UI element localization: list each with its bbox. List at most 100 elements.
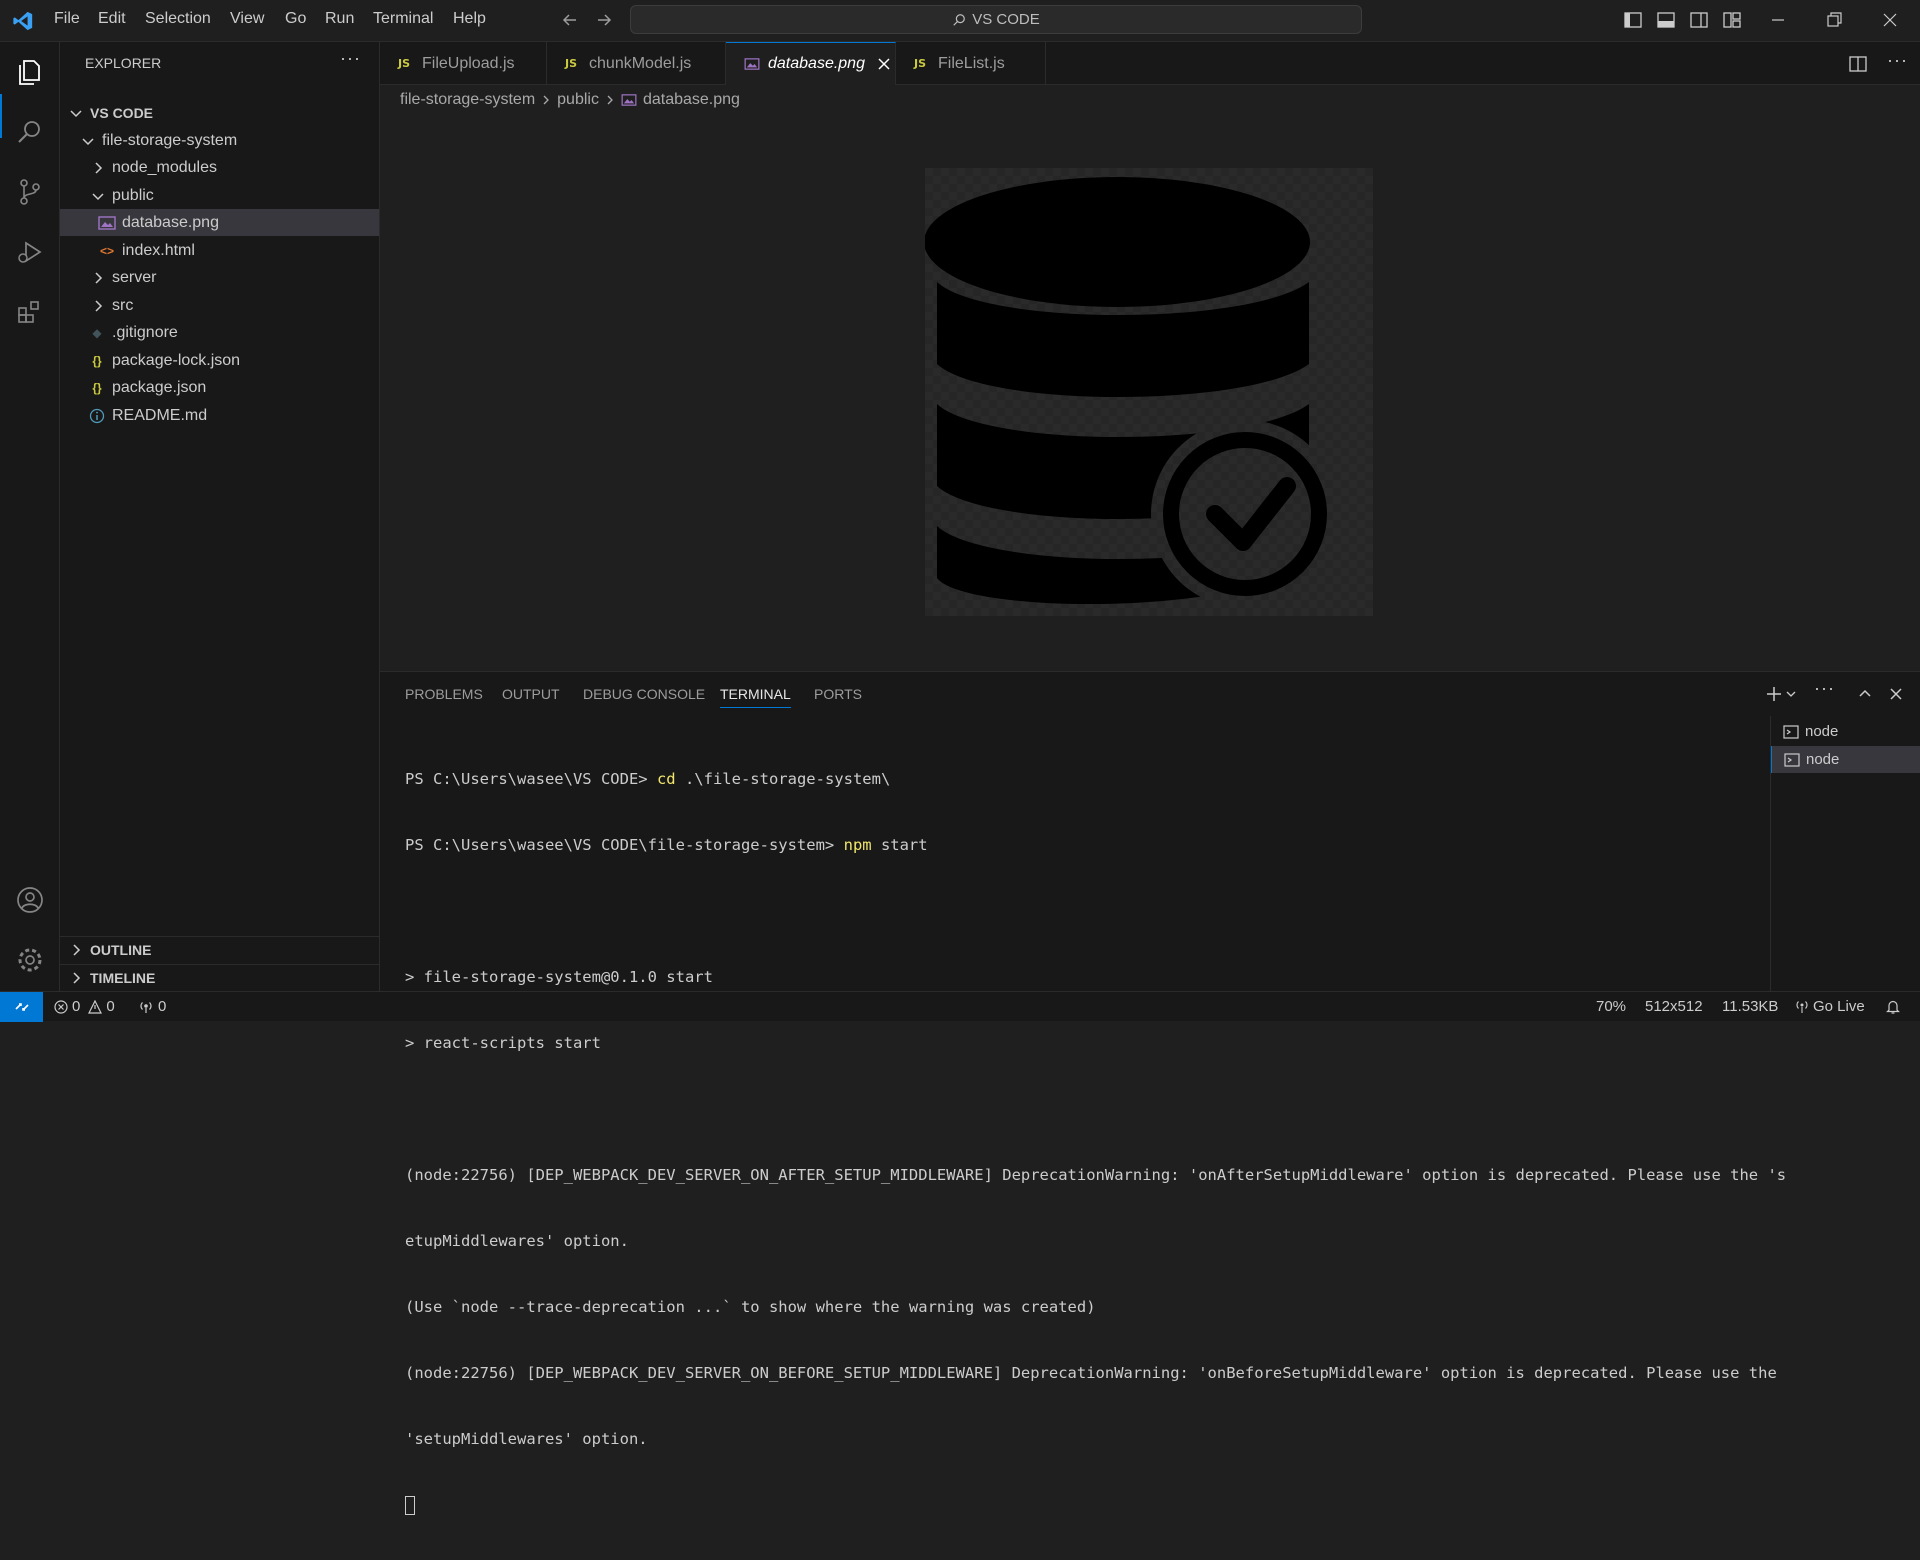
outline-section[interactable]: OUTLINE: [60, 936, 379, 963]
customize-layout-icon[interactable]: [1722, 10, 1742, 30]
tab-label: chunkModel.js: [589, 54, 692, 72]
run-debug-icon[interactable]: [14, 236, 46, 268]
tab-chunkmodel[interactable]: JS chunkModel.js: [547, 42, 726, 85]
remote-indicator[interactable]: [0, 992, 43, 1022]
sidebar-title: EXPLORER: [85, 55, 162, 71]
error-icon: [54, 999, 68, 1014]
tree-file-package-lock[interactable]: {} package-lock.json: [60, 347, 379, 374]
tree-folder-node-modules[interactable]: node_modules: [60, 154, 379, 181]
vscode-logo-icon: [13, 11, 33, 31]
explorer-sidebar: EXPLORER ··· VS CODE file-storage-system…: [60, 42, 380, 991]
js-file-icon: JS: [914, 57, 927, 70]
manage-gear-icon[interactable]: [14, 944, 46, 976]
tab-fileupload[interactable]: JS FileUpload.js: [380, 42, 547, 85]
workspace-root[interactable]: VS CODE: [60, 99, 379, 126]
chevron-right-icon: [95, 161, 103, 174]
back-arrow-icon[interactable]: [560, 10, 580, 30]
tab-filelist[interactable]: JS FileList.js: [896, 42, 1046, 85]
terminal-instance-2[interactable]: node: [1771, 746, 1920, 773]
js-file-icon: JS: [565, 57, 578, 70]
tree-item-label: README.md: [112, 406, 208, 424]
zoom-level[interactable]: 70%: [1596, 998, 1626, 1015]
panel-tab-debug-console[interactable]: DEBUG CONSOLE: [583, 686, 705, 702]
menu-terminal[interactable]: Terminal: [373, 10, 433, 28]
problems-status[interactable]: 0 0: [54, 998, 115, 1015]
notifications-bell-icon[interactable]: [1885, 999, 1901, 1015]
menu-go[interactable]: Go: [285, 10, 306, 28]
tree-file-database-png[interactable]: database.png: [60, 209, 379, 236]
tab-database-png[interactable]: database.png: [726, 42, 896, 85]
tab-label: database.png: [768, 55, 865, 72]
split-editor-icon[interactable]: [1848, 54, 1868, 74]
forward-arrow-icon[interactable]: [594, 10, 614, 30]
menu-file[interactable]: File: [54, 10, 80, 28]
panel-tab-ports[interactable]: PORTS: [814, 686, 862, 702]
maximize-panel-chevron-up-icon[interactable]: [1857, 686, 1873, 702]
panel-tab-terminal[interactable]: TERMINAL: [720, 686, 791, 708]
close-tab-icon[interactable]: [877, 57, 891, 71]
activity-bar: [0, 42, 60, 991]
breadcrumb-item[interactable]: file-storage-system: [400, 91, 535, 109]
breadcrumb-item[interactable]: public: [557, 91, 599, 109]
explorer-icon[interactable]: [14, 56, 46, 88]
terminal-line: (Use `node --trace-deprecation ...` to s…: [405, 1298, 1096, 1316]
tree-folder-server[interactable]: server: [60, 264, 379, 291]
chevron-right-icon: [543, 95, 550, 105]
transparency-checkerboard: [924, 168, 1373, 616]
go-live-button[interactable]: Go Live: [1795, 998, 1865, 1015]
title-bar: File Edit Selection View Go Run Terminal…: [0, 0, 1920, 42]
terminal-instance-1[interactable]: node: [1771, 718, 1920, 745]
source-control-icon[interactable]: [14, 176, 46, 208]
tree-folder-project[interactable]: file-storage-system: [60, 127, 379, 154]
terminal-instance-label: node: [1805, 723, 1839, 740]
terminal-line: (node:22756) [DEP_WEBPACK_DEV_SERVER_ON_…: [405, 1364, 1777, 1382]
menu-edit[interactable]: Edit: [98, 10, 126, 28]
menu-selection[interactable]: Selection: [145, 10, 211, 28]
tree-folder-public[interactable]: public: [60, 182, 379, 209]
timeline-section[interactable]: TIMELINE: [60, 964, 379, 991]
editor-more-actions-icon[interactable]: ···: [1887, 50, 1908, 71]
extensions-icon[interactable]: [14, 296, 46, 328]
chevron-right-icon: [95, 299, 103, 312]
menu-view[interactable]: View: [230, 10, 264, 28]
panel-more-actions-icon[interactable]: ···: [1814, 678, 1835, 699]
activity-active-indicator: [0, 94, 2, 138]
tree-file-readme[interactable]: README.md: [60, 402, 379, 429]
tree-file-gitignore[interactable]: ◆ .gitignore: [60, 319, 379, 346]
terminal-output[interactable]: PS C:\Users\wasee\VS CODE> cd .\file-sto…: [405, 724, 1920, 1560]
menu-run[interactable]: Run: [325, 10, 354, 28]
terminal-line: etupMiddlewares' option.: [405, 1232, 629, 1250]
js-file-icon: JS: [398, 57, 411, 70]
command-center-search[interactable]: VS CODE: [630, 5, 1362, 34]
ports-status[interactable]: 0: [138, 998, 166, 1015]
toggle-panel-icon[interactable]: [1656, 10, 1676, 30]
tree-item-label: file-storage-system: [102, 131, 238, 149]
toggle-primary-sidebar-icon[interactable]: [1623, 10, 1643, 30]
tree-item-label: .gitignore: [112, 323, 178, 341]
accounts-icon[interactable]: [14, 884, 46, 916]
minimize-icon[interactable]: [1768, 10, 1788, 30]
tree-file-index-html[interactable]: <> index.html: [60, 237, 379, 264]
close-window-icon[interactable]: [1880, 10, 1900, 30]
breadcrumb-item[interactable]: database.png: [643, 91, 740, 109]
image-file-icon: [744, 58, 760, 70]
panel-tab-output[interactable]: OUTPUT: [502, 686, 560, 702]
search-icon: [953, 13, 966, 26]
menu-help[interactable]: Help: [453, 10, 486, 28]
chevron-down-icon[interactable]: [1785, 688, 1797, 700]
tree-file-package-json[interactable]: {} package.json: [60, 374, 379, 401]
restore-icon[interactable]: [1824, 10, 1844, 30]
image-preview[interactable]: [924, 168, 1373, 616]
search-view-icon[interactable]: [14, 116, 46, 148]
git-file-icon: ◆: [92, 325, 102, 340]
timeline-label: TIMELINE: [90, 970, 156, 986]
new-terminal-plus-icon[interactable]: [1764, 684, 1784, 704]
panel-tab-problems[interactable]: PROBLEMS: [405, 686, 483, 702]
terminal-line: 'setupMiddlewares' option.: [405, 1430, 648, 1448]
toggle-secondary-sidebar-icon[interactable]: [1689, 10, 1709, 30]
tree-folder-src[interactable]: src: [60, 292, 379, 319]
more-actions-icon[interactable]: ···: [340, 48, 361, 69]
json-file-icon: {}: [92, 353, 102, 368]
close-panel-icon[interactable]: [1888, 686, 1904, 702]
image-file-icon: [621, 94, 637, 106]
